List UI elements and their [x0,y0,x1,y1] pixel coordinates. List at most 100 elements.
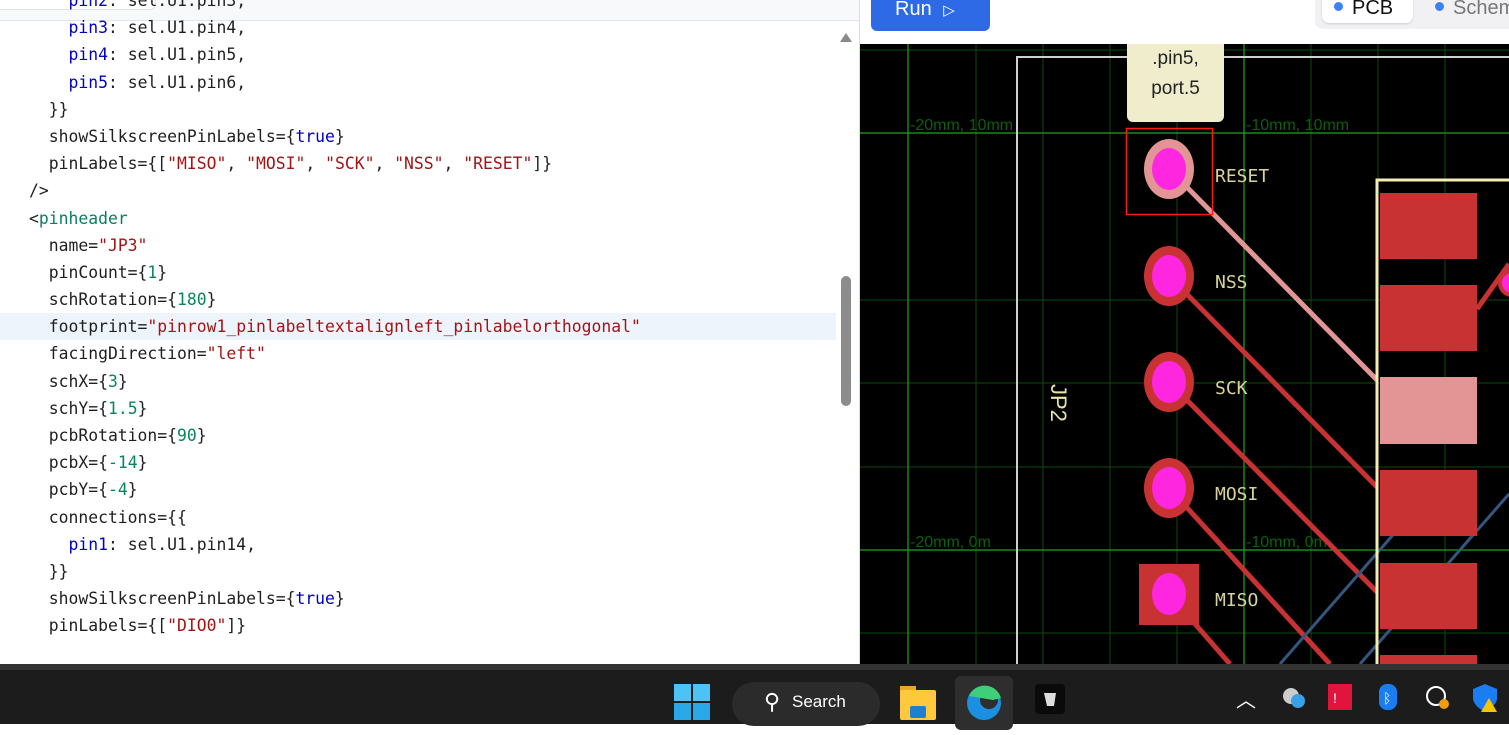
scroll-up-arrow-icon[interactable] [840,33,852,42]
code-token: schY={ [29,398,108,418]
code-line[interactable]: schRotation={180} [0,286,836,313]
code-token: : sel.U1.pin5, [107,45,247,65]
pin-label: SCK [1215,378,1248,399]
code-area[interactable]: pin2: sel.U1.pin3, pin3: sel.U1.pin4, pi… [0,0,836,640]
taskbar-search[interactable]: ⚲ Search [732,682,880,726]
code-line[interactable]: showSilkscreenPinLabels={true} [0,585,836,612]
code-token: /> [29,181,49,201]
code-line[interactable]: pcbX={-14} [0,449,836,476]
code-token: 1 [147,262,158,282]
code-token: 3 [107,371,118,391]
pcb-viewer[interactable]: -20mm, 10mm -10mm, 10mm -20mm, 0m -10mm,… [860,44,1509,664]
chevron-up-icon[interactable]: ︿ [1236,684,1256,713]
code-token: < [29,208,39,228]
edge-icon[interactable] [955,676,1013,730]
tab-pcb[interactable]: PCB [1322,0,1413,23]
code-token: 1.5 [107,398,138,418]
grid-label: -20mm, 10mm [910,117,1013,134]
code-token: schRotation={ [29,290,178,310]
dot-icon [1435,2,1444,11]
editor-scrollbar[interactable] [838,21,854,664]
code-line[interactable]: }} [0,96,836,123]
code-token: : sel.U1.pin4, [107,18,247,38]
app-icon[interactable] [1035,684,1065,719]
grid-label: -10mm, 10mm [1246,117,1349,134]
code-token: "DIO0" [167,616,227,636]
code-line[interactable]: pin2: sel.U1.pin3, [0,0,836,14]
code-line[interactable]: footprint="pinrow1_pinlabeltextalignleft… [0,313,836,341]
code-token: , [305,154,326,174]
code-line[interactable]: }} [0,558,836,585]
code-token: } [127,480,138,500]
code-token: , [443,154,464,174]
onedrive-info-icon[interactable] [1281,684,1307,715]
run-button[interactable]: Run ▷ [871,0,990,31]
code-token: } [157,262,168,282]
code-line[interactable]: /> [0,177,836,204]
code-token: ]} [226,616,247,636]
code-line[interactable]: pcbRotation={90} [0,422,836,449]
pin-label: MISO [1215,590,1258,611]
code-token: true [295,589,335,609]
tab-label: Schem [1453,0,1509,19]
code-line[interactable]: facingDirection="left" [0,340,836,367]
pcb-canvas[interactable]: -20mm, 10mm -10mm, 10mm -20mm, 0m -10mm,… [860,44,1509,664]
code-line[interactable]: pinLabels={["MISO", "MOSI", "SCK", "NSS"… [0,150,836,177]
code-line[interactable]: showSilkscreenPinLabels={true} [0,123,836,150]
code-token: pin2 [68,0,108,10]
code-token: pcbX={ [29,453,108,473]
code-line[interactable]: <pinheader [0,205,836,232]
code-line[interactable]: pcbY={-4} [0,476,836,503]
dot-icon [1334,2,1343,11]
tab-label: PCB [1352,0,1394,19]
scrollbar-thumb[interactable] [841,276,851,406]
tooltip-line: .pin5, [1152,48,1199,69]
pin-label: NSS [1215,272,1248,293]
windows-start-icon[interactable] [674,684,710,725]
code-line[interactable]: pin4: sel.U1.pin5, [0,41,836,68]
code-line[interactable]: pin3: sel.U1.pin4, [0,14,836,41]
security-warning-icon[interactable] [1473,684,1499,717]
code-line[interactable]: pin1: sel.U1.pin14, [0,531,836,558]
code-token: 90 [177,426,197,445]
code-token: } [334,589,345,609]
file-explorer-icon[interactable] [900,684,936,725]
tab-schematic[interactable]: Schem [1423,0,1509,23]
code-line[interactable]: connections={{ [0,504,836,531]
code-token: -14 [107,453,138,473]
through-hole-pads[interactable] [1139,139,1199,625]
code-token: } [137,453,148,473]
code-token: } [137,398,148,418]
code-token: : sel.U1.pin6, [107,72,247,92]
bluetooth-icon[interactable]: ᛒ [1379,684,1397,715]
sync-icon[interactable] [1424,684,1450,715]
code-token: } [206,290,217,310]
code-token: name= [29,235,99,255]
component-label: JP2 [1046,384,1071,422]
code-token: pin3 [68,18,108,38]
code-line[interactable]: pinLabels={["DIO0"]} [0,612,836,639]
code-token: } [117,371,128,391]
code-line[interactable]: pinCount={1} [0,259,836,286]
svg-text:ᛒ: ᛒ [1383,690,1391,706]
code-line[interactable]: schY={1.5} [0,395,836,422]
code-token: } [334,126,345,146]
pin-label: MOSI [1215,484,1258,505]
code-token: , [374,154,395,174]
code-token: -4 [107,480,128,500]
pad-tooltip: .pin5, port.5 [1127,44,1224,122]
code-token: pcbRotation={ [29,426,178,445]
code-line[interactable]: pin5: sel.U1.pin6, [0,69,836,96]
grid-label: -20mm, 0m [910,534,991,551]
code-token: : sel.U1.pin3, [107,0,247,10]
code-token: pinCount={ [29,262,148,282]
code-token: ]} [532,154,553,174]
amd-alert-icon[interactable]: ! [1328,684,1352,715]
code-line[interactable]: schX={3} [0,368,836,395]
code-token: : sel.U1.pin14, [107,534,256,554]
code-editor[interactable]: pin2: sel.U1.pin3, pin3: sel.U1.pin4, pi… [0,0,860,664]
code-token: } [196,426,207,445]
code-line[interactable]: name="JP3" [0,232,836,259]
